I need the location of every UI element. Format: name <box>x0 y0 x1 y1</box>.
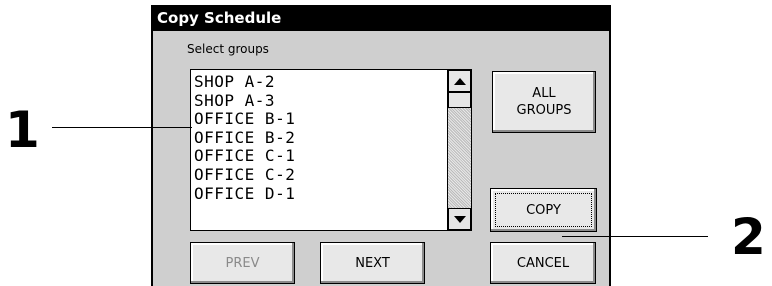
list-item[interactable]: OFFICE D-1 <box>194 184 446 204</box>
dialog-title: Copy Schedule <box>153 5 609 31</box>
list-scrollbar[interactable] <box>447 70 471 230</box>
list-item[interactable]: SHOP A-3 <box>194 91 446 111</box>
callout-number-1: 1 <box>5 101 40 159</box>
list-item[interactable]: OFFICE B-1 <box>194 110 446 129</box>
select-groups-label: Select groups <box>187 42 269 56</box>
list-item[interactable]: SHOP A-2 <box>194 72 446 92</box>
callout-number-2: 2 <box>731 208 766 266</box>
callout-2-leader-line <box>562 236 708 237</box>
group-list: SHOP A-2 SHOP A-3 OFFICE B-1 OFFICE B-2 … <box>194 72 446 204</box>
scroll-up-button[interactable] <box>448 70 471 92</box>
scroll-thumb[interactable] <box>448 92 471 108</box>
list-item[interactable]: OFFICE B-2 <box>194 128 446 148</box>
next-button[interactable]: NEXT <box>320 242 425 284</box>
copy-schedule-dialog: Copy Schedule Select groups SHOP A-2 SHO… <box>151 5 611 286</box>
arrow-up-icon <box>453 77 466 85</box>
all-groups-button[interactable]: ALL GROUPS <box>492 71 596 133</box>
copy-button[interactable]: COPY <box>490 188 597 232</box>
callout-1-leader-line <box>52 127 192 128</box>
all-groups-label: ALL GROUPS <box>517 85 572 119</box>
scroll-down-button[interactable] <box>448 208 471 230</box>
list-item[interactable]: OFFICE C-1 <box>194 147 446 166</box>
all-groups-label-line2: GROUPS <box>516 103 572 118</box>
list-item[interactable]: OFFICE C-2 <box>194 165 446 185</box>
arrow-down-icon <box>453 215 466 223</box>
all-groups-label-line1: ALL <box>532 86 556 101</box>
cancel-button[interactable]: CANCEL <box>490 242 596 284</box>
prev-button[interactable]: PREV <box>190 242 295 284</box>
group-listbox[interactable]: SHOP A-2 SHOP A-3 OFFICE B-1 OFFICE B-2 … <box>190 69 472 231</box>
